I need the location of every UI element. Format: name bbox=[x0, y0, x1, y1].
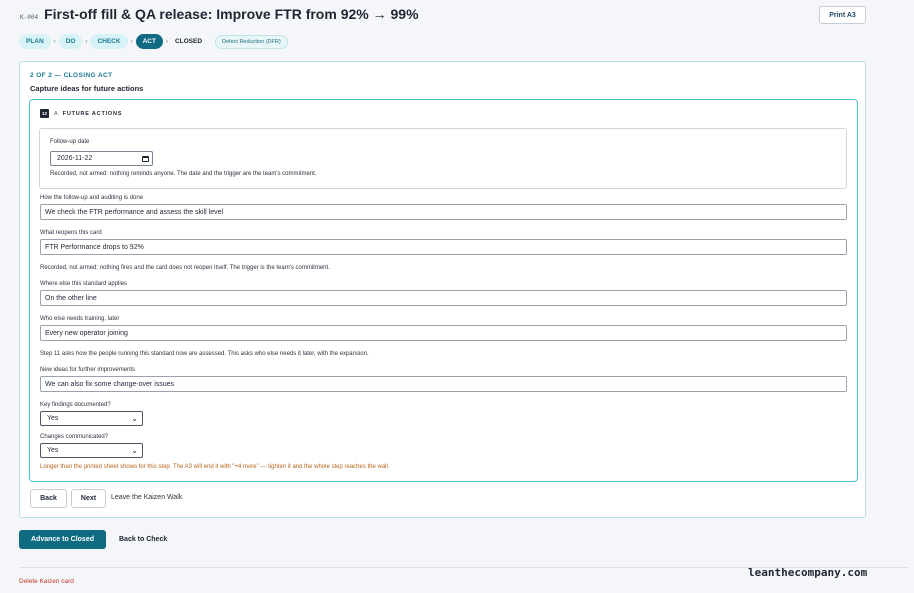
follow-up-date-label: Follow-up date bbox=[50, 139, 90, 145]
stage-closed: CLOSED bbox=[174, 38, 203, 45]
chevron-right-icon: › bbox=[85, 38, 88, 45]
step-kicker: 2 OF 2 — CLOSING ACT bbox=[30, 72, 113, 79]
category-tag: Defect Reduction (DFR) bbox=[215, 34, 288, 49]
follow-up-date-value: 2026-11-22 bbox=[57, 155, 93, 162]
auditing-label: How the follow-up and auditing is done bbox=[40, 195, 144, 201]
auditing-field[interactable]: We check the FTR performance and assess … bbox=[40, 204, 847, 220]
delete-card-link[interactable]: Delete Kaizen card bbox=[19, 578, 74, 585]
card-id: K-004 bbox=[20, 14, 39, 21]
page-title: First-off fill & QA release: Improve FTR… bbox=[44, 6, 419, 22]
back-to-check-button[interactable]: Back to Check bbox=[119, 536, 167, 543]
findings-value: Yes bbox=[47, 415, 59, 422]
chevron-down-icon: ⌄ bbox=[131, 446, 138, 455]
where-field[interactable]: On the other line bbox=[40, 290, 847, 306]
stage-plan[interactable]: PLAN bbox=[19, 34, 51, 49]
section-title: FUTURE ACTIONS bbox=[62, 110, 123, 117]
reopens-field[interactable]: FTR Performance drops to 92% bbox=[40, 239, 847, 255]
findings-select[interactable]: Yes ⌄ bbox=[40, 411, 143, 426]
stage-stepper: PLAN › DO › CHECK › ACT › CLOSED Defect … bbox=[19, 34, 288, 49]
ideas-field[interactable]: We can also fix some change-over issues bbox=[40, 376, 847, 392]
who-field[interactable]: Every new operator joining bbox=[40, 325, 847, 341]
who-label: Who else needs training, later bbox=[40, 316, 120, 322]
changes-label: Changes communicated? bbox=[40, 434, 109, 440]
follow-up-date-input[interactable]: 2026-11-22 bbox=[50, 151, 153, 166]
length-warning: Longer than the printed sheet shows for … bbox=[40, 464, 390, 470]
section-header: 12 A FUTURE ACTIONS bbox=[40, 109, 122, 118]
back-button[interactable]: Back bbox=[30, 489, 67, 508]
reopens-note: Recorded, not armed: nothing fires and t… bbox=[40, 265, 330, 271]
next-button[interactable]: Next bbox=[71, 489, 106, 508]
closing-act-panel: 2 OF 2 — CLOSING ACT Capture ideas for f… bbox=[19, 61, 866, 518]
follow-up-box: Follow-up date 2026-11-22 Recorded, not … bbox=[39, 128, 847, 189]
ideas-label: New ideas for further improvements bbox=[40, 367, 136, 373]
chevron-down-icon: ⌄ bbox=[131, 414, 138, 423]
chevron-right-icon: › bbox=[165, 38, 168, 45]
section-number-badge: 12 bbox=[40, 109, 49, 118]
future-actions-section: 12 A FUTURE ACTIONS Follow-up date 2026-… bbox=[29, 99, 858, 482]
stage-act[interactable]: ACT bbox=[135, 34, 163, 49]
leave-kaizen-walk-link[interactable]: Leave the Kaizen Walk bbox=[111, 494, 182, 501]
advance-to-closed-button[interactable]: Advance to Closed bbox=[19, 530, 106, 549]
print-a3-button[interactable]: Print A3 bbox=[819, 6, 866, 24]
section-letter: A bbox=[54, 110, 58, 117]
stage-do[interactable]: DO bbox=[58, 34, 83, 49]
calendar-icon[interactable] bbox=[142, 156, 149, 162]
page-header: K-004 First-off fill & QA release: Impro… bbox=[20, 6, 419, 22]
stage-check[interactable]: CHECK bbox=[90, 34, 128, 49]
findings-label: Key findings documented? bbox=[40, 402, 111, 408]
reopens-label: What reopens this card bbox=[40, 230, 102, 236]
follow-up-note: Recorded, not armed: nothing reminds any… bbox=[50, 171, 317, 177]
brand-watermark: leanthecompany.com bbox=[748, 566, 868, 579]
changes-value: Yes bbox=[47, 447, 59, 454]
step-subtitle: Capture ideas for future actions bbox=[30, 84, 144, 93]
chevron-right-icon: › bbox=[53, 38, 56, 45]
changes-select[interactable]: Yes ⌄ bbox=[40, 443, 143, 458]
chevron-right-icon: › bbox=[130, 38, 133, 45]
who-note: Step 11 asks how the people running this… bbox=[40, 351, 369, 357]
where-label: Where else this standard applies bbox=[40, 281, 128, 287]
